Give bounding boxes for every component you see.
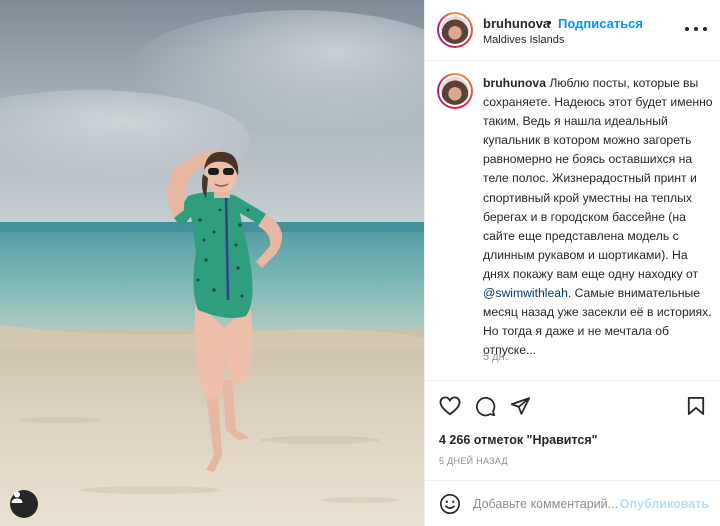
post-photo[interactable]: [0, 0, 424, 526]
paper-plane-icon[interactable]: [510, 396, 531, 416]
user-tag-button[interactable]: [10, 490, 38, 518]
user-tag-icon: [11, 491, 23, 503]
heart-icon[interactable]: [439, 396, 461, 416]
smiley-icon[interactable]: [439, 493, 461, 515]
publish-button[interactable]: Опубликовать: [620, 497, 709, 511]
location-link[interactable]: Maldives Islands: [483, 34, 564, 46]
comment-input[interactable]: [473, 494, 621, 514]
caption-text: bruhunova Люблю посты, которые вы сохран…: [483, 74, 715, 360]
caption-section: bruhunova Люблю посты, которые вы сохран…: [425, 61, 720, 379]
action-bar: [425, 380, 720, 430]
comment-icon[interactable]: [475, 396, 496, 417]
follow-button[interactable]: Подписаться: [558, 16, 643, 31]
post-date[interactable]: 5 ДНЕЙ НАЗАД: [439, 456, 508, 466]
caption-body: Люблю посты, которые вы сохраняете. Наде…: [483, 76, 713, 281]
caption-username[interactable]: bruhunova: [483, 76, 546, 90]
likes-count[interactable]: 4 266 отметок "Нравится": [439, 433, 598, 447]
separator-dot: •: [547, 15, 552, 30]
post-header: bruhunova • Подписаться Maldives Islands: [425, 0, 720, 61]
username-link[interactable]: bruhunova: [483, 16, 550, 31]
more-options-button[interactable]: [685, 20, 707, 38]
post-details-panel: bruhunova • Подписаться Maldives Islands…: [424, 0, 720, 526]
caption-timestamp[interactable]: 5 дн.: [483, 351, 508, 363]
beach-scene: [0, 0, 424, 526]
comment-bar: Опубликовать: [425, 480, 720, 526]
avatar[interactable]: [437, 12, 473, 48]
mention-link[interactable]: @swimwithleah: [483, 286, 568, 300]
caption-avatar[interactable]: [437, 73, 473, 109]
bookmark-icon[interactable]: [687, 396, 705, 416]
more-horizontal-icon: [685, 27, 689, 31]
